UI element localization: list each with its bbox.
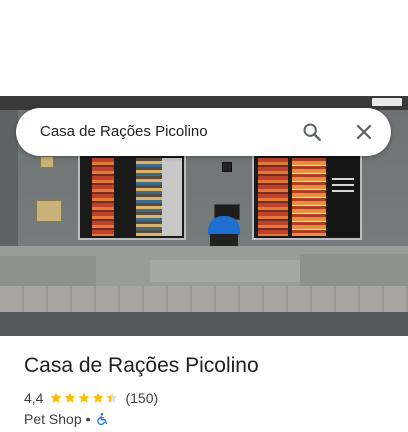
wall-plaque (40, 156, 54, 168)
star-icon (92, 392, 104, 403)
category-label: Pet Shop (24, 411, 82, 427)
store-poster (326, 156, 360, 236)
star-icon (50, 392, 62, 403)
category-row: Pet Shop • (24, 410, 109, 428)
glass-door (162, 158, 182, 236)
rating-row[interactable]: 4,4 (150) (24, 389, 158, 407)
search-bar[interactable]: Casa de Rações Picolino (16, 108, 391, 156)
search-input[interactable]: Casa de Rações Picolino (40, 108, 208, 156)
dog-house (208, 216, 240, 250)
close-icon[interactable] (353, 121, 375, 143)
search-icon[interactable] (301, 121, 323, 143)
road (0, 312, 408, 336)
rating-value: 4,4 (24, 390, 44, 406)
wall-box (222, 162, 232, 172)
curb (0, 286, 408, 312)
store-sign (372, 98, 402, 106)
place-info-panel[interactable]: Casa de Rações Picolino 4,4 (150) Pet Sh… (0, 336, 408, 432)
separator: • (85, 411, 91, 427)
star-icon (64, 392, 76, 403)
sidewalk-step (300, 254, 408, 288)
store-entrance-left (78, 154, 186, 240)
poster-line (332, 178, 354, 180)
poster-line (332, 184, 354, 186)
wall-notice (36, 200, 62, 222)
review-count[interactable]: (150) (125, 390, 158, 406)
wheelchair-accessible-icon (95, 412, 109, 426)
store-entrance-right (252, 154, 362, 240)
place-title: Casa de Rações Picolino (24, 354, 259, 377)
sidewalk-ramp (150, 260, 300, 282)
product-shelf (92, 158, 114, 236)
top-blank-area (0, 0, 408, 96)
dog-house-roof (208, 216, 240, 236)
product-shelf (258, 158, 288, 236)
sidewalk-step (0, 256, 96, 286)
star-icon (78, 392, 90, 403)
product-shelf (292, 158, 326, 236)
rating-stars (49, 391, 119, 405)
product-shelf (136, 158, 162, 236)
poster-line (332, 190, 354, 192)
star-icon (106, 392, 118, 403)
